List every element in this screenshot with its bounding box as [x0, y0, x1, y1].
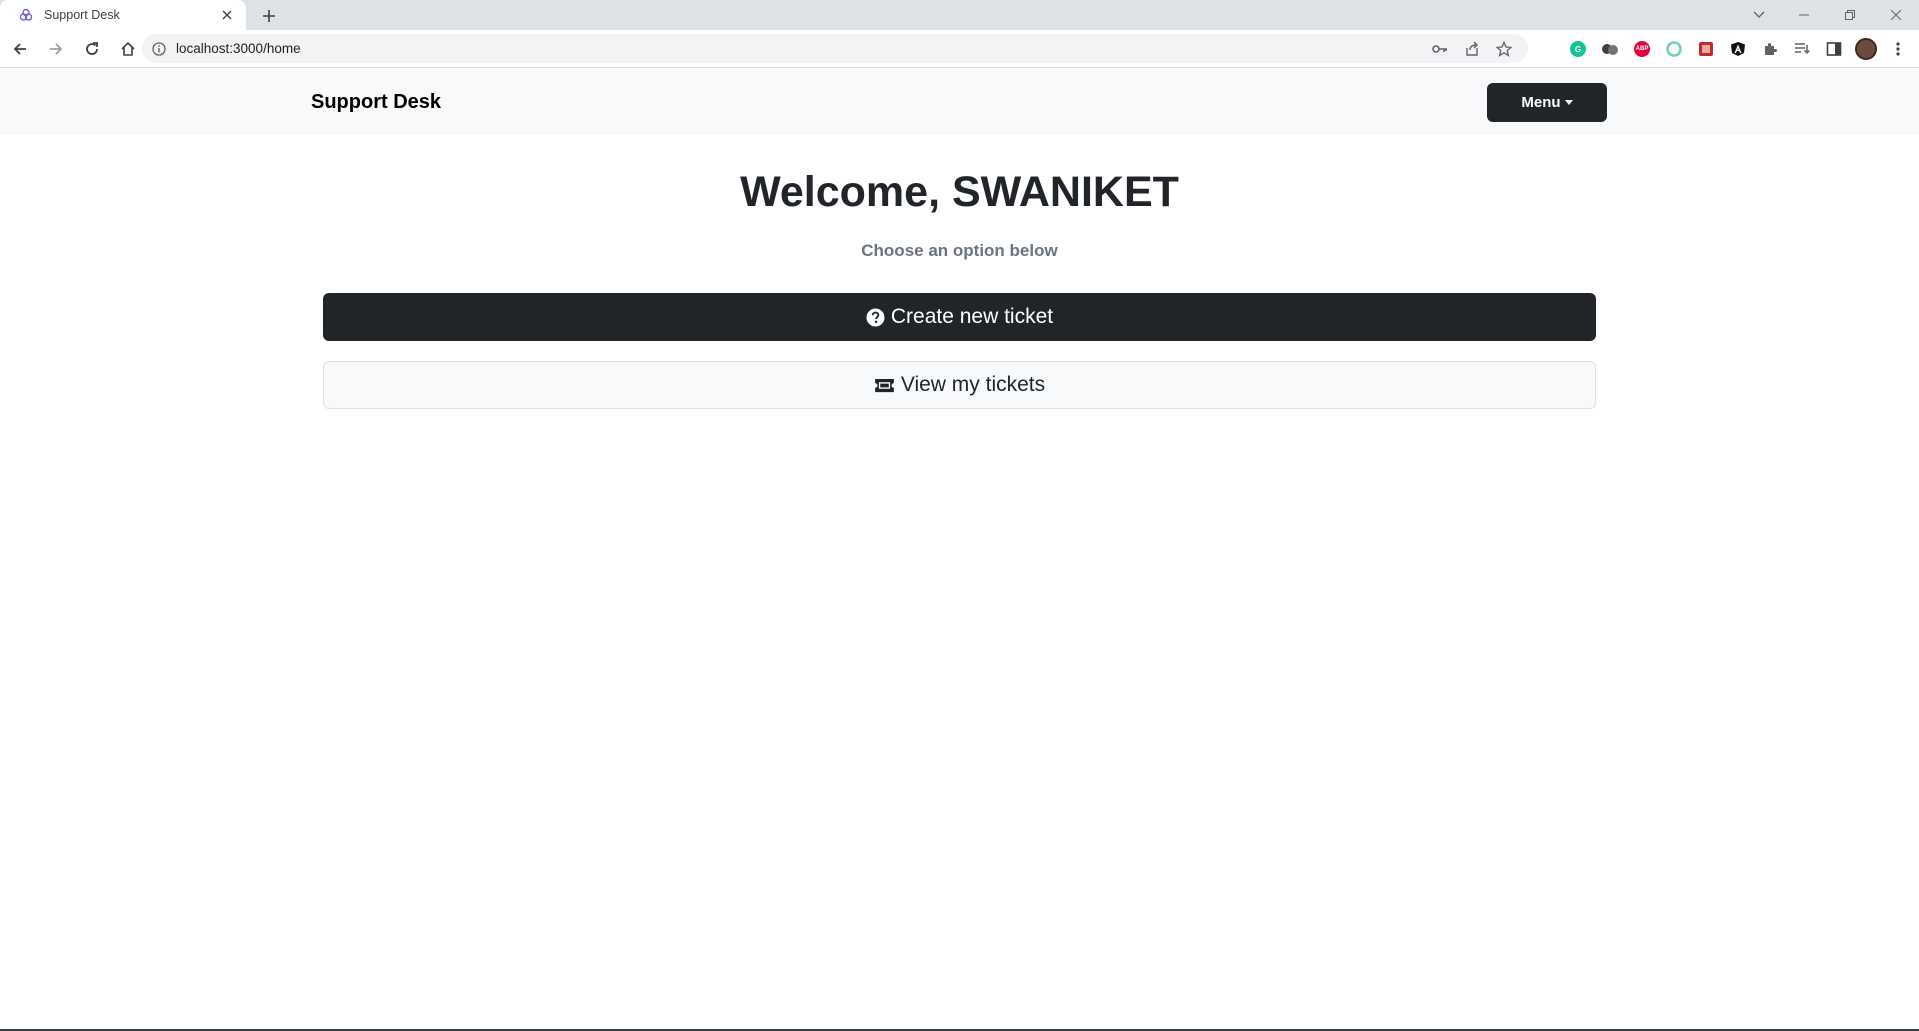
- forward-icon[interactable]: [40, 33, 72, 65]
- back-icon[interactable]: [4, 33, 36, 65]
- extensions-puzzle-icon[interactable]: [1754, 33, 1786, 65]
- adblock-extension-icon[interactable]: ABP: [1626, 33, 1658, 65]
- ticket-icon: [874, 378, 895, 393]
- extension-icon[interactable]: [1594, 33, 1626, 65]
- extension-icon[interactable]: [1690, 33, 1722, 65]
- extension-icon[interactable]: [1658, 33, 1690, 65]
- new-tab-button[interactable]: [258, 5, 280, 27]
- browser-toolbar: localhost:3000/home G ABP: [0, 30, 1919, 68]
- close-window-icon[interactable]: [1873, 0, 1919, 30]
- minimize-icon[interactable]: [1781, 0, 1827, 30]
- more-menu-icon[interactable]: [1882, 33, 1914, 65]
- site-info-icon[interactable]: [150, 40, 168, 58]
- view-tickets-label: View my tickets: [900, 373, 1046, 396]
- create-ticket-button[interactable]: Create new ticket: [323, 293, 1596, 341]
- home-icon[interactable]: [112, 33, 144, 65]
- key-icon[interactable]: [1424, 35, 1456, 63]
- view-tickets-button[interactable]: View my tickets: [323, 361, 1596, 409]
- menu-dropdown-button[interactable]: Menu: [1487, 83, 1607, 122]
- extensions-area: G ABP: [1562, 33, 1914, 65]
- share-icon[interactable]: [1456, 35, 1488, 63]
- menu-label: Menu: [1521, 94, 1561, 111]
- side-panel-icon[interactable]: [1818, 33, 1850, 65]
- tab-title: Support Desk: [44, 8, 120, 22]
- bookmark-star-icon[interactable]: [1488, 35, 1520, 63]
- caret-down-icon: [1564, 100, 1573, 105]
- window-controls: [1781, 0, 1919, 30]
- angular-extension-icon[interactable]: [1722, 33, 1754, 65]
- tab-search-icon[interactable]: [1748, 4, 1770, 26]
- question-circle-icon: [866, 307, 885, 327]
- page-subtitle: Choose an option below: [861, 241, 1058, 260]
- reload-icon[interactable]: [76, 33, 108, 65]
- create-ticket-label: Create new ticket: [890, 305, 1054, 328]
- grammarly-extension-icon[interactable]: G: [1562, 33, 1594, 65]
- app-favicon-icon: [18, 7, 34, 23]
- address-bar[interactable]: localhost:3000/home: [142, 34, 1528, 63]
- brand-logo[interactable]: Support Desk: [311, 91, 441, 114]
- profile-avatar[interactable]: [1850, 33, 1882, 65]
- close-tab-icon[interactable]: [218, 6, 236, 24]
- restore-icon[interactable]: [1827, 0, 1873, 30]
- browser-tab-strip: Support Desk: [0, 0, 1919, 30]
- app-navbar: Support Desk Menu: [0, 69, 1919, 135]
- reading-list-icon[interactable]: [1786, 33, 1818, 65]
- browser-tab[interactable]: Support Desk: [0, 0, 246, 30]
- url-text[interactable]: localhost:3000/home: [176, 41, 1424, 56]
- page-title: Welcome, SWANIKET: [740, 168, 1179, 216]
